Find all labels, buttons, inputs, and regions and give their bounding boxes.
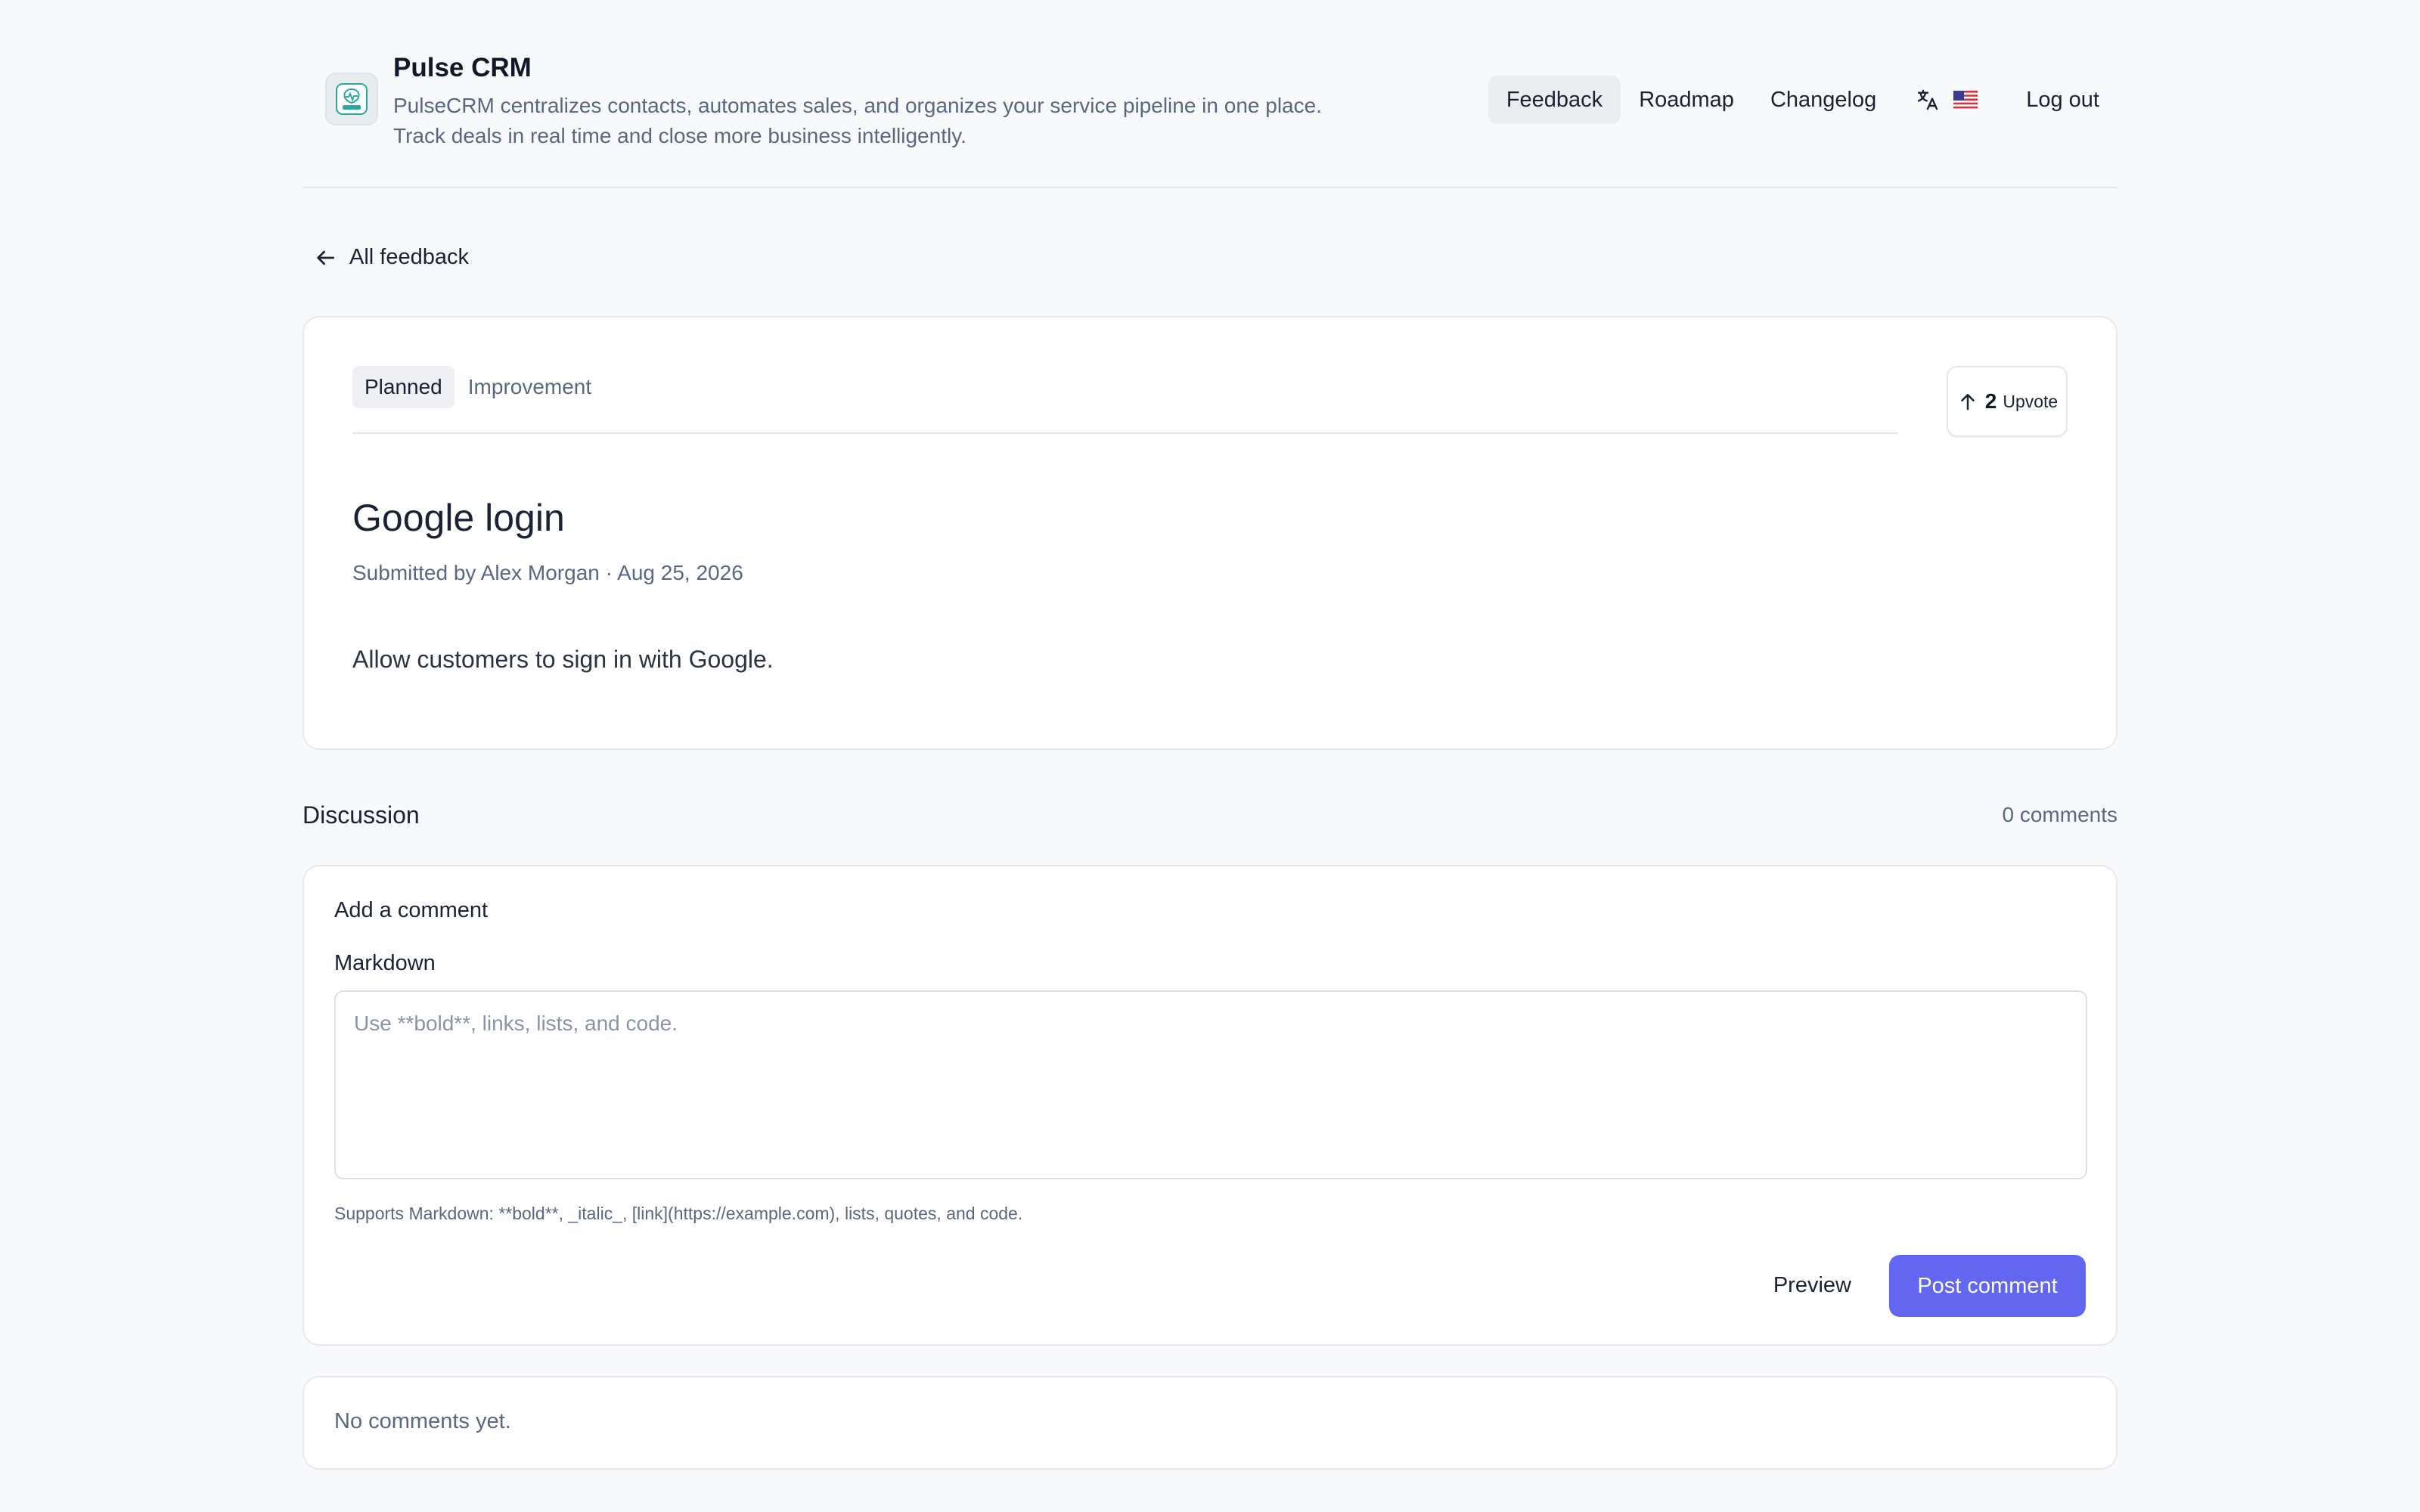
- add-comment-heading: Add a comment: [334, 898, 489, 922]
- status-badge: Planned: [352, 366, 455, 408]
- language-switcher[interactable]: [1894, 76, 1999, 124]
- empty-comments-message: No comments yet.: [334, 1409, 511, 1433]
- markdown-label: Markdown: [334, 951, 436, 975]
- nav-feedback[interactable]: Feedback: [1488, 76, 1621, 124]
- preview-button[interactable]: Preview: [1767, 1255, 1857, 1315]
- us-flag-icon: [1953, 91, 1978, 109]
- comment-count: 0 comments: [2002, 803, 2118, 826]
- tags-divider: [352, 432, 1898, 434]
- brand-description-line-1: PulseCRM centralizes contacts, automates…: [393, 94, 1322, 117]
- pulse-logo-icon: [336, 83, 368, 115]
- post-comment-button[interactable]: Post comment: [1889, 1255, 2086, 1317]
- brand-description: PulseCRM centralizes contacts, automates…: [393, 91, 1452, 151]
- arrow-up-icon: [1961, 394, 1975, 411]
- brand-description-line-2: Track deals in real time and close more …: [393, 124, 966, 147]
- brand-name: Pulse CRM: [393, 53, 532, 82]
- back-link-label: All feedback: [349, 245, 469, 269]
- post-body: Allow customers to sign in with Google.: [352, 646, 774, 673]
- discussion-title: Discussion: [302, 801, 420, 829]
- brand-logo[interactable]: [325, 73, 378, 125]
- add-comment-card: Add a comment Markdown Supports Markdown…: [302, 865, 2118, 1346]
- nav-roadmap[interactable]: Roadmap: [1621, 76, 1752, 124]
- comment-textarea[interactable]: [334, 990, 2087, 1179]
- nav-changelog[interactable]: Changelog: [1752, 76, 1894, 124]
- translate-icon: [1918, 89, 1938, 110]
- upvote-button[interactable]: 2 Upvote: [1947, 366, 2068, 437]
- post-tags: Planned Improvement: [352, 366, 591, 408]
- post-title: Google login: [352, 497, 565, 539]
- upvote-count: 2: [1984, 389, 1997, 413]
- category-label: Improvement: [467, 375, 592, 398]
- back-to-all-feedback-link[interactable]: All feedback: [313, 245, 469, 270]
- post-meta: Submitted by Alex Morgan · Aug 25, 2026: [352, 561, 743, 584]
- comments-list: No comments yet.: [302, 1376, 2118, 1470]
- logout-button[interactable]: Log out: [1999, 76, 2099, 124]
- markdown-help-text: Supports Markdown: **bold**, _italic_, […: [334, 1204, 1023, 1223]
- feedback-post-card: Planned Improvement 2 Upvote Google logi…: [302, 316, 2118, 750]
- arrow-left-icon: [317, 250, 334, 265]
- main-nav: Feedback Roadmap Changelog Log out: [1488, 76, 2099, 124]
- upvote-label: Upvote: [2003, 391, 2059, 411]
- top-header: Pulse CRM PulseCRM centralizes contacts,…: [302, 0, 2118, 188]
